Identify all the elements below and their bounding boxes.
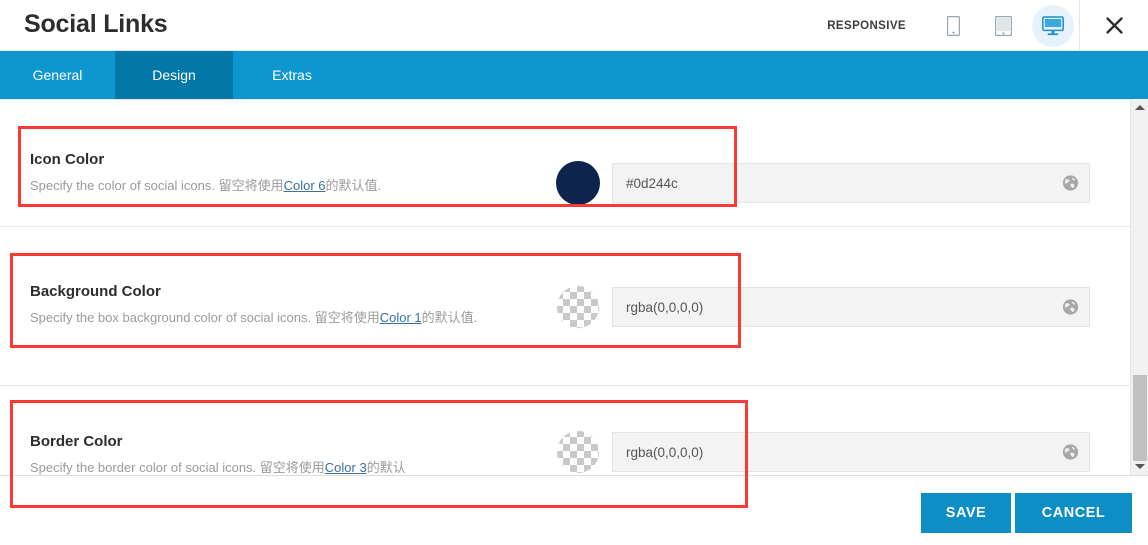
icon-color-input[interactable]: #0d244c xyxy=(612,163,1090,203)
scrollbar-thumb[interactable] xyxy=(1133,375,1147,461)
dialog-header: Social Links RESPONSIVE xyxy=(0,0,1148,51)
border-color-desc-link[interactable]: Color 3 xyxy=(325,460,367,475)
tab-design[interactable]: Design xyxy=(115,51,233,99)
icon-color-desc-before: Specify the color of social icons. 留空将使用 xyxy=(30,178,284,193)
globe-icon[interactable] xyxy=(1062,175,1079,192)
background-color-desc-before: Specify the box background color of soci… xyxy=(30,310,380,325)
tab-extras-label: Extras xyxy=(272,67,312,83)
border-color-desc-before: Specify the border color of social icons… xyxy=(30,460,325,475)
icon-color-swatch[interactable] xyxy=(556,161,600,205)
save-button-label: SAVE xyxy=(945,505,987,521)
tablet-icon xyxy=(994,15,1012,36)
page-title: Social Links xyxy=(24,10,168,38)
tab-extras[interactable]: Extras xyxy=(233,51,351,99)
chevron-up-icon xyxy=(1134,105,1145,110)
mobile-view-button[interactable] xyxy=(932,5,974,47)
background-color-label-group: Background Color Specify the box backgro… xyxy=(30,282,550,328)
icon-color-title: Icon Color xyxy=(30,151,105,168)
border-color-desc-after: 的默认 xyxy=(366,460,406,475)
background-color-description: Specify the box background color of soci… xyxy=(30,307,550,328)
setting-row-border-color: Border Color Specify the border color of… xyxy=(0,386,1130,475)
close-icon xyxy=(1105,16,1124,35)
content-scrollbar[interactable] xyxy=(1130,99,1148,475)
mobile-icon xyxy=(946,15,960,36)
responsive-label: RESPONSIVE xyxy=(827,19,906,32)
social-links-dialog: Social Links RESPONSIVE General Design E… xyxy=(0,0,1148,545)
cancel-button-label: CANCEL xyxy=(1041,505,1106,521)
cancel-button[interactable]: CANCEL xyxy=(1015,493,1132,533)
scroll-down-button[interactable] xyxy=(1131,458,1148,475)
background-color-title: Background Color xyxy=(30,283,161,300)
setting-row-background-color: Background Color Specify the box backgro… xyxy=(0,227,1130,386)
icon-color-description: Specify the color of social icons. 留空将使用… xyxy=(30,175,550,196)
background-color-desc-after: 的默认值. xyxy=(421,310,478,325)
border-color-description: Specify the border color of social icons… xyxy=(30,457,550,475)
background-color-swatch[interactable] xyxy=(556,285,600,329)
tab-bar: General Design Extras xyxy=(0,51,1148,99)
tab-general-label: General xyxy=(32,67,83,83)
border-color-title: Border Color xyxy=(30,433,123,450)
border-color-input[interactable]: rgba(0,0,0,0) xyxy=(612,432,1090,472)
save-button[interactable]: SAVE xyxy=(921,493,1011,533)
icon-color-desc-link[interactable]: Color 6 xyxy=(284,178,326,193)
close-button[interactable] xyxy=(1080,0,1148,51)
chevron-down-icon xyxy=(1134,464,1145,469)
dialog-footer: SAVE CANCEL xyxy=(0,475,1148,545)
border-color-swatch[interactable] xyxy=(556,430,600,474)
partial-row-above xyxy=(0,99,1130,100)
background-color-desc-link[interactable]: Color 1 xyxy=(380,310,422,325)
border-color-value: rgba(0,0,0,0) xyxy=(626,444,704,460)
desktop-icon xyxy=(1042,15,1064,36)
responsive-toolbar: RESPONSIVE xyxy=(827,0,1078,51)
globe-icon[interactable] xyxy=(1062,444,1079,461)
tab-design-label: Design xyxy=(152,67,196,83)
background-color-input[interactable]: rgba(0,0,0,0) xyxy=(612,287,1090,327)
tablet-view-button[interactable] xyxy=(982,5,1024,47)
background-color-value: rgba(0,0,0,0) xyxy=(626,299,704,315)
setting-row-icon-color: Icon Color Specify the color of social i… xyxy=(0,117,1130,227)
tab-general[interactable]: General xyxy=(0,51,115,99)
icon-color-label-group: Icon Color Specify the color of social i… xyxy=(30,150,550,196)
settings-scroll-area: Icon Color Specify the color of social i… xyxy=(0,99,1130,475)
globe-icon[interactable] xyxy=(1062,299,1079,316)
scroll-up-button[interactable] xyxy=(1131,99,1148,116)
icon-color-desc-after: 的默认值. xyxy=(325,178,382,193)
desktop-view-button[interactable] xyxy=(1032,4,1074,47)
border-color-label-group: Border Color Specify the border color of… xyxy=(30,432,550,475)
icon-color-value: #0d244c xyxy=(626,175,678,191)
